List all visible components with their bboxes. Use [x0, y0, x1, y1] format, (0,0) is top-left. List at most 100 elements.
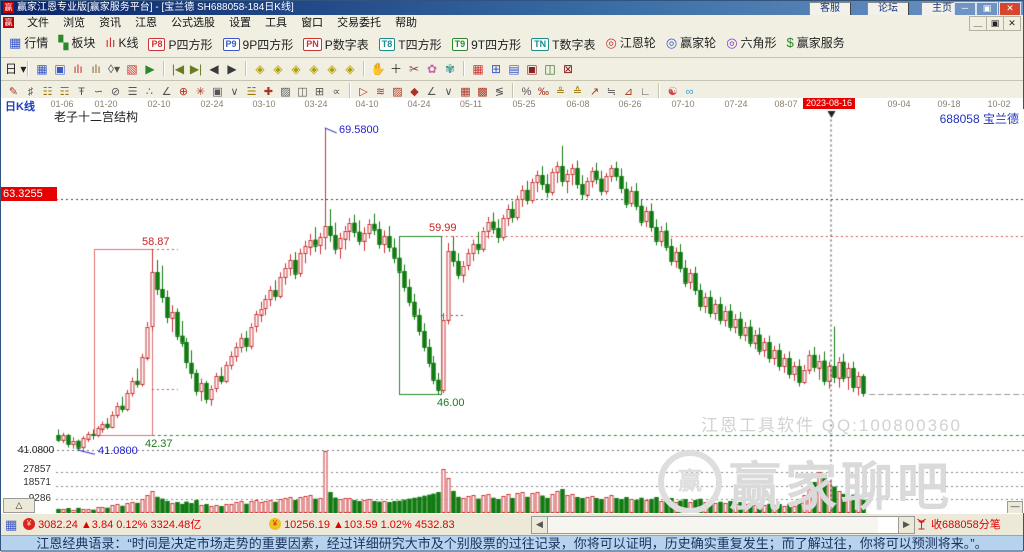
t-square-button[interactable]: T8 T四方形	[378, 36, 442, 53]
kline-chart-area[interactable]: 江恩工具软件 QQ:100800360 赢 赢家聊吧 老子十二宫结构 69.58…	[1, 109, 1024, 517]
draw-angle-icon[interactable]: ∠	[158, 85, 175, 98]
draw-tline-icon[interactable]: Ŧ	[73, 85, 90, 98]
draw-grid3-icon[interactable]: ▩	[474, 85, 491, 98]
draw-hlines-icon[interactable]: ☰	[124, 85, 141, 98]
menu-item-8[interactable]: 交易委托	[330, 15, 388, 31]
draw-grid-icon[interactable]: ♯	[22, 85, 39, 98]
draw-fib-icon[interactable]: ≒	[603, 85, 620, 98]
scroll-right-icon[interactable]: ▶	[898, 517, 914, 533]
menu-item-2[interactable]: 资讯	[92, 15, 128, 31]
draw-spring-icon[interactable]: ∽	[90, 85, 107, 98]
draw-dots-icon[interactable]: ∴	[141, 85, 158, 98]
p-table-button[interactable]: PN P数字表	[303, 36, 369, 53]
draw-box-icon[interactable]: ▣	[209, 85, 226, 98]
overlay-kline-icon[interactable]: ▧	[123, 61, 141, 78]
line-tool-icon[interactable]: ✾	[441, 61, 459, 78]
nine-t-square-button[interactable]: T9 9T四方形	[451, 36, 521, 53]
horizontal-scrollbar[interactable]: ◀ ▶	[531, 516, 915, 534]
menu-item-5[interactable]: 设置	[222, 15, 258, 31]
draw-cross-icon[interactable]: ✚	[260, 85, 277, 98]
draw-ratio-icon[interactable]: %	[518, 85, 535, 98]
draw-gann-line-icon[interactable]: ∟	[637, 85, 654, 98]
infinity-icon[interactable]: ∞	[681, 85, 698, 98]
mdi-restore-button[interactable]: ▣	[986, 16, 1004, 31]
gann-diamond-1-icon[interactable]: ◈	[251, 61, 269, 78]
taiji-icon[interactable]: ☯	[664, 85, 681, 98]
mark-tool-icon[interactable]: ✿	[423, 61, 441, 78]
draw-diamond-icon[interactable]: ◆	[406, 85, 423, 98]
draw-ellipse-icon[interactable]: ⊘	[107, 85, 124, 98]
t-table-button[interactable]: TN T数字表	[531, 36, 595, 53]
restore-button[interactable]: ▣	[976, 2, 998, 16]
draw-arrow-icon[interactable]: ▷	[355, 85, 372, 98]
gann-diamond-6-icon[interactable]: ◈	[341, 61, 359, 78]
crosshair-icon[interactable]: ＋	[387, 61, 405, 78]
close-button[interactable]: ✕	[999, 2, 1021, 16]
draw-zigzag-icon[interactable]: ≶	[491, 85, 508, 98]
forum-button[interactable]: 论坛	[867, 2, 909, 16]
drag-hand-icon[interactable]: ✋	[369, 61, 387, 78]
draw-waves-icon[interactable]: ≋	[372, 85, 389, 98]
draw-gold-icon[interactable]: ≗	[552, 85, 569, 98]
draw-trend-icon[interactable]: ↗	[586, 85, 603, 98]
last-page-icon[interactable]: ▶|	[187, 61, 205, 78]
draw-vee-icon[interactable]: ∨	[440, 85, 457, 98]
gann-diamond-4-icon[interactable]: ◈	[305, 61, 323, 78]
menu-item-3[interactable]: 江恩	[128, 15, 164, 31]
draw-wave-icon[interactable]: ∨	[226, 85, 243, 98]
sector-button[interactable]: ▚ 板块	[58, 34, 95, 51]
sh-index-icon[interactable]: ¥	[23, 518, 35, 531]
gann-diamond-5-icon[interactable]: ◈	[323, 61, 341, 78]
calendar-icon[interactable]: ▦	[469, 61, 487, 78]
range-stat-icon[interactable]: ✂	[405, 61, 423, 78]
chip-dropdown-icon[interactable]: ◊▾	[105, 61, 123, 78]
market-grid-icon[interactable]: ▦	[5, 514, 17, 536]
panel-toggle-button[interactable]: △	[3, 498, 35, 513]
kline-style2-icon[interactable]: ılı	[87, 61, 105, 78]
notepad-icon[interactable]: ▤	[505, 61, 523, 78]
draw-trigram3-icon[interactable]: ☱	[243, 85, 260, 98]
calculator-icon[interactable]: ⊞	[487, 61, 505, 78]
winner-wheel-button[interactable]: ◎ 赢家轮	[666, 34, 716, 51]
draw-speed-icon[interactable]: ⊿	[620, 85, 637, 98]
draw-fan-icon[interactable]: ∝	[328, 85, 345, 98]
gann-diamond-2-icon[interactable]: ◈	[269, 61, 287, 78]
prev-bar-icon[interactable]: ◀	[205, 61, 223, 78]
nine-p-square-button[interactable]: P9 9P四方形	[222, 36, 293, 53]
kline-button[interactable]: ılı K线	[105, 34, 138, 51]
menu-item-7[interactable]: 窗口	[294, 15, 330, 31]
scrollbar-thumb[interactable]	[548, 517, 878, 533]
mdi-minimize-button[interactable]: ＿	[969, 16, 987, 31]
save-icon[interactable]: ▣	[523, 61, 541, 78]
sz-index-text[interactable]: 10256.19 ▲103.59 1.02% 4532.83	[284, 519, 455, 531]
gann-wheel-button[interactable]: ◎ 江恩轮	[605, 34, 655, 51]
color-arrow-icon[interactable]: ▶	[141, 61, 159, 78]
minimize-button[interactable]: ─	[954, 2, 976, 16]
kline-style-icon[interactable]: ılı	[69, 61, 87, 78]
period-daily-dropdown[interactable]: 日 ▾	[5, 61, 26, 78]
customer-service-button[interactable]: 客服	[809, 2, 851, 16]
draw-circle-icon[interactable]: ⊕	[175, 85, 192, 98]
export-icon[interactable]: ◫	[541, 61, 559, 78]
draw-trigram1-icon[interactable]: ☷	[39, 85, 56, 98]
data-move-icon[interactable]: ⊠	[559, 61, 577, 78]
menu-item-1[interactable]: 浏览	[56, 15, 92, 31]
draw-trigram2-icon[interactable]: ☶	[56, 85, 73, 98]
info-panel-icon[interactable]: ▣	[51, 61, 69, 78]
first-page-icon[interactable]: |◀	[169, 61, 187, 78]
draw-permille-icon[interactable]: ‰	[535, 85, 552, 98]
quote-button[interactable]: ▦ 行情	[9, 34, 48, 51]
sz-index-icon[interactable]: ¥	[269, 518, 281, 531]
draw-radiant-icon[interactable]: ✳	[192, 85, 209, 98]
draw-level-icon[interactable]: ≙	[569, 85, 586, 98]
draw-hatch-icon[interactable]: ▨	[277, 85, 294, 98]
draw-grid2-icon[interactable]: ▦	[457, 85, 474, 98]
next-bar-icon[interactable]: ▶	[223, 61, 241, 78]
menu-item-6[interactable]: 工具	[258, 15, 294, 31]
draw-angle2-icon[interactable]: ∠	[423, 85, 440, 98]
scroll-left-icon[interactable]: ◀	[532, 517, 548, 533]
mdi-close-button[interactable]: ✕	[1003, 16, 1021, 31]
window-layout-icon[interactable]: ▦	[33, 61, 51, 78]
gann-diamond-3-icon[interactable]: ◈	[287, 61, 305, 78]
draw-panel-icon[interactable]: ◫	[294, 85, 311, 98]
